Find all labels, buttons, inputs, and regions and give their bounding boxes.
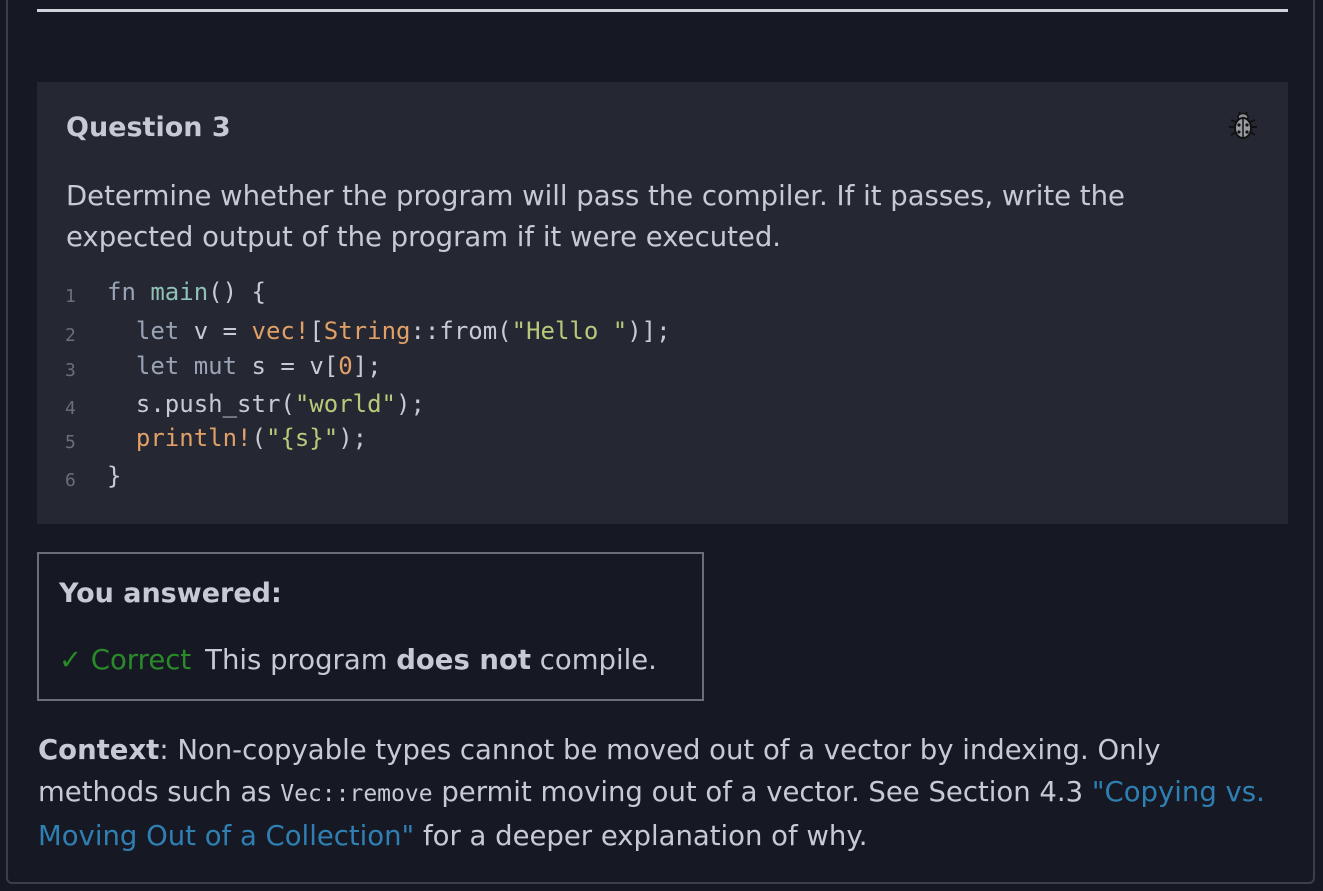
line-number: 4 <box>65 398 76 419</box>
line-number: 5 <box>65 432 76 453</box>
code-text: let v = vec![String::from("Hello ")]; <box>135 317 671 345</box>
answer-text-end: compile. <box>531 644 657 676</box>
answer-text: This program <box>205 644 397 676</box>
context-text: permit moving out of a vector. See Secti… <box>432 776 1092 808</box>
context-text: for a deeper explanation of why. <box>414 820 868 852</box>
code-text: fn main() { <box>107 278 266 306</box>
code-line: 3 let mut s = v[0]; <box>37 352 382 388</box>
code-text: s.push_str("world"); <box>107 390 425 418</box>
answer-line: ✓ Correct This program does not compile. <box>59 644 657 676</box>
code-text: let mut s = v[0]; <box>135 352 382 380</box>
line-number: 3 <box>65 360 76 381</box>
code-line: 1 fn main() { <box>37 278 266 314</box>
context-explanation: Context: Non-copyable types cannot be mo… <box>38 729 1288 857</box>
question-prompt: Determine whether the program will pass … <box>66 180 1125 253</box>
code-line: 6 } <box>37 462 124 498</box>
code-line: 5 println!("{s}"); <box>37 424 367 460</box>
inline-code: Vec::remove <box>280 781 433 807</box>
line-number: 6 <box>65 470 76 491</box>
code-line: 2 let v = vec![String::from("Hello ")]; <box>37 317 671 353</box>
code-line: 4 s.push_str("world"); <box>37 390 425 426</box>
question-title: Question 3 <box>66 112 231 143</box>
answer-label: You answered: <box>59 578 282 609</box>
answer-box: You answered: ✓ Correct This program does… <box>37 552 704 701</box>
divider <box>37 9 1288 12</box>
context-label: Context <box>38 734 160 766</box>
line-number: 2 <box>65 325 76 346</box>
code-text: println!("{s}"); <box>135 424 368 452</box>
bug-icon[interactable] <box>1225 106 1261 142</box>
code-text: } <box>107 462 122 490</box>
correct-badge: ✓ Correct <box>59 644 192 676</box>
line-number: 1 <box>65 286 76 307</box>
question-card: Question 3 Determine whether the program… <box>37 82 1288 524</box>
answer-emphasis: does not <box>396 644 532 676</box>
